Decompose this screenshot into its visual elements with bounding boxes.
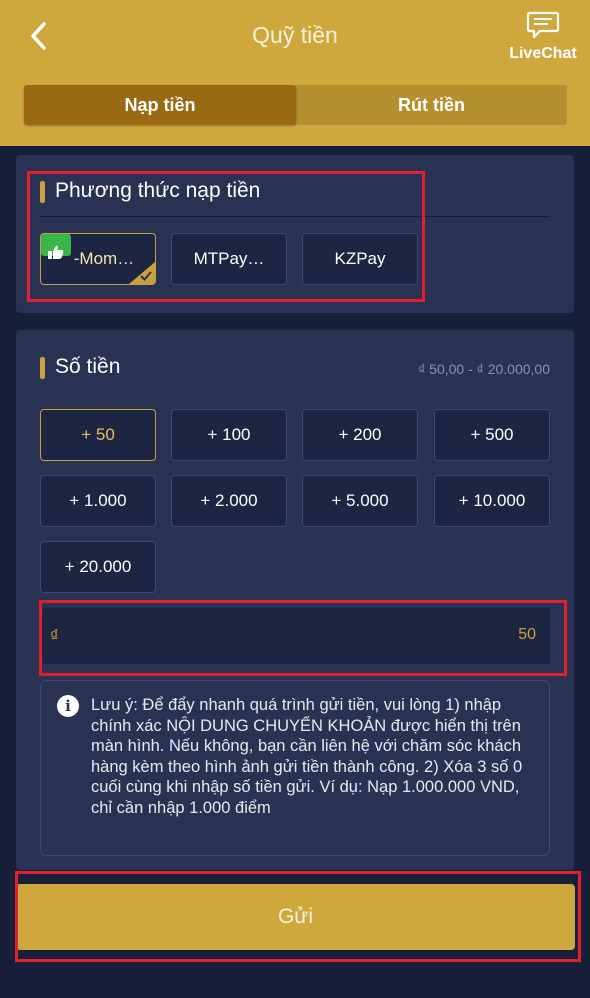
method-kzpay-button[interactable]: KZPay (302, 233, 418, 285)
payment-method-panel: Phương thức nạp tiền -Mom… MTPay… KZPay (16, 155, 574, 313)
checkmark-icon (140, 271, 152, 281)
method-label: MTPay… (193, 249, 265, 268)
livechat-button[interactable]: LiveChat (500, 10, 586, 63)
tab-withdraw[interactable]: Rút tiền (296, 85, 567, 125)
section-accent-bar (40, 357, 45, 379)
preset-50-button[interactable]: + 50 (40, 409, 156, 461)
divider (40, 216, 550, 217)
preset-1000-button[interactable]: + 1.000 (40, 475, 156, 527)
amount-input-value: 50 (518, 626, 536, 643)
method-label: -Mom… (73, 249, 135, 268)
header-bar: Quỹ tiền LiveChat Nạp tiền Rút tiền (0, 0, 590, 146)
livechat-label: LiveChat (509, 45, 577, 62)
thumbs-up-icon (41, 234, 71, 259)
method-momo-button[interactable]: -Mom… (40, 233, 156, 285)
method-mtpay-button[interactable]: MTPay… (171, 233, 287, 285)
currency-symbol: ₫ (50, 626, 59, 645)
preset-10000-button[interactable]: + 10.000 (434, 475, 550, 527)
amount-range: ₫ 50,00 - ₫ 20.000,00 (418, 361, 550, 377)
preset-2000-button[interactable]: + 2.000 (171, 475, 287, 527)
method-label: KZPay (334, 249, 386, 268)
preset-100-button[interactable]: + 100 (171, 409, 287, 461)
payment-method-title: Phương thức nạp tiền (55, 179, 261, 202)
submit-button[interactable]: Gửi (16, 884, 575, 950)
tab-bar: Nạp tiền Rút tiền (24, 85, 567, 125)
preset-200-button[interactable]: + 200 (302, 409, 418, 461)
deposit-note: i Lưu ý: Để đẩy nhanh quá trình gửi tiền… (40, 680, 550, 856)
tab-deposit[interactable]: Nạp tiền (24, 85, 296, 125)
preset-5000-button[interactable]: + 5.000 (302, 475, 418, 527)
amount-input[interactable]: ₫ 50 (42, 608, 550, 664)
note-text: Lưu ý: Để đẩy nhanh quá trình gửi tiền, … (91, 696, 523, 817)
amount-title: Số tiền (55, 355, 121, 378)
section-accent-bar (40, 181, 45, 203)
info-icon: i (57, 695, 79, 717)
amount-panel: Số tiền ₫ 50,00 - ₫ 20.000,00 + 50 + 100… (16, 330, 574, 870)
chat-bubble-icon (526, 11, 560, 39)
preset-500-button[interactable]: + 500 (434, 409, 550, 461)
preset-20000-button[interactable]: + 20.000 (40, 541, 156, 593)
